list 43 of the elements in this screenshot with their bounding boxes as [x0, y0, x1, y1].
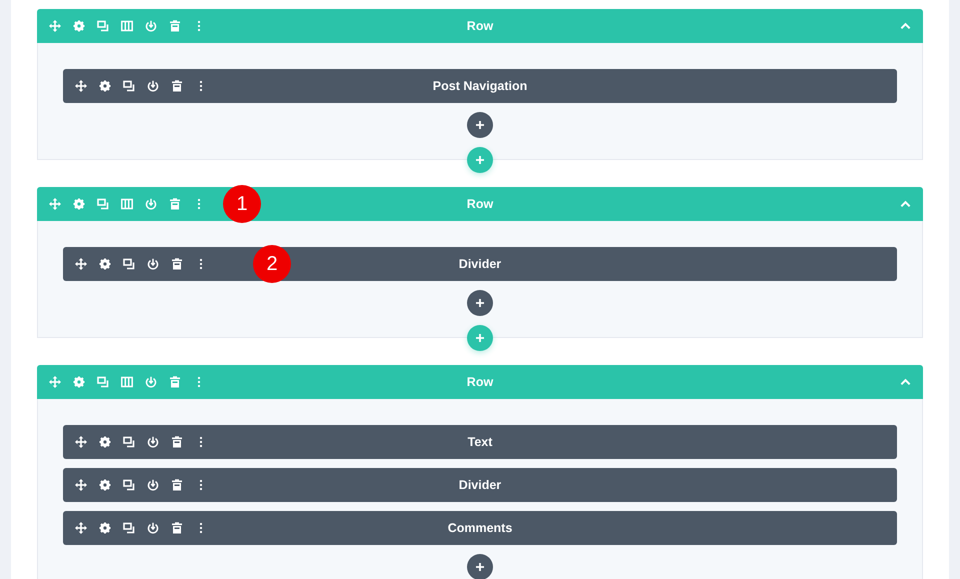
- duplicate-icon[interactable]: [123, 436, 135, 448]
- power-icon[interactable]: [147, 522, 159, 534]
- step-marker: 2: [253, 245, 291, 283]
- power-icon[interactable]: [147, 436, 159, 448]
- module-title: Comments: [448, 521, 512, 535]
- settings-icon[interactable]: [99, 80, 111, 92]
- delete-icon[interactable]: [171, 479, 183, 491]
- power-icon[interactable]: [147, 258, 159, 270]
- settings-icon[interactable]: [99, 479, 111, 491]
- plus-icon: [475, 333, 485, 343]
- add-module-button[interactable]: [467, 112, 493, 138]
- move-icon[interactable]: [75, 258, 87, 270]
- delete-icon[interactable]: [171, 522, 183, 534]
- row-title: Row: [466, 197, 494, 211]
- plus-icon: [475, 120, 485, 130]
- move-icon[interactable]: [75, 522, 87, 534]
- settings-icon[interactable]: [99, 522, 111, 534]
- delete-icon[interactable]: [171, 258, 183, 270]
- step-marker: 1: [223, 185, 261, 223]
- module-title: Divider: [458, 478, 502, 492]
- move-icon[interactable]: [75, 479, 87, 491]
- duplicate-icon[interactable]: [123, 258, 135, 270]
- delete-icon[interactable]: [171, 436, 183, 448]
- duplicate-icon[interactable]: [123, 479, 135, 491]
- duplicate-icon[interactable]: [123, 522, 135, 534]
- duplicate-icon[interactable]: [123, 80, 135, 92]
- row-title: Row: [466, 19, 494, 33]
- settings-icon[interactable]: [99, 258, 111, 270]
- module-title: Divider: [458, 257, 502, 271]
- power-icon[interactable]: [147, 80, 159, 92]
- module-title: Post Navigation: [432, 79, 528, 93]
- row-title: Row: [466, 375, 494, 389]
- plus-icon: [475, 155, 485, 165]
- move-icon[interactable]: [75, 80, 87, 92]
- power-icon[interactable]: [147, 479, 159, 491]
- delete-icon[interactable]: [171, 80, 183, 92]
- settings-icon[interactable]: [99, 436, 111, 448]
- add-module-button[interactable]: [467, 554, 493, 579]
- plus-icon: [475, 562, 485, 572]
- plus-icon: [475, 298, 485, 308]
- module-title: Text: [468, 435, 492, 449]
- add-module-button[interactable]: [467, 290, 493, 316]
- move-icon[interactable]: [75, 436, 87, 448]
